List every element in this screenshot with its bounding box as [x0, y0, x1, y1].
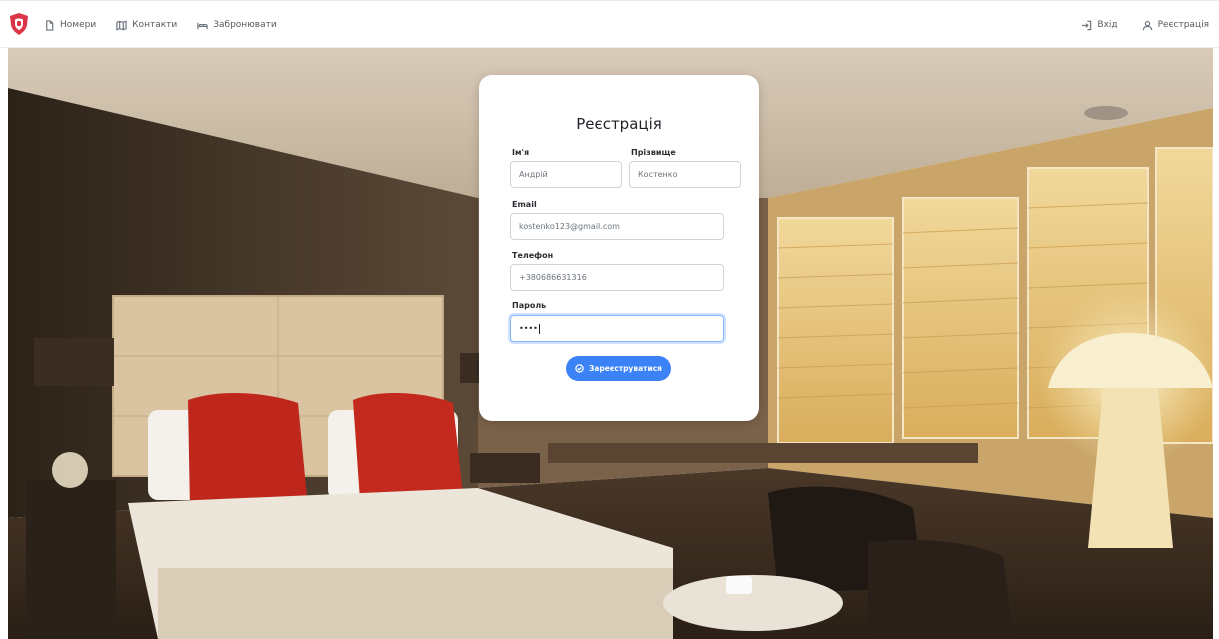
first-name-input[interactable]: Андрій — [510, 161, 622, 188]
email-input[interactable]: kostenko123@gmail.com — [510, 213, 724, 240]
register-submit-button[interactable]: Зареєструватися — [566, 356, 671, 381]
page-title: Реєстрація — [576, 115, 662, 133]
register-submit-label: Зареєструватися — [588, 364, 662, 373]
password-label: Пароль — [512, 301, 547, 310]
nav-rooms-link[interactable]: Номери — [44, 19, 97, 31]
login-icon — [1082, 20, 1092, 30]
map-icon — [116, 20, 127, 30]
nav-contacts-link[interactable]: Контакти — [116, 20, 177, 31]
password-input[interactable]: •••• — [510, 315, 724, 342]
nav-register-label: Реєстрація — [1157, 20, 1209, 30]
bed-icon — [197, 22, 208, 29]
check-circle-icon — [575, 364, 584, 373]
nav-contacts-label: Контакти — [132, 20, 178, 30]
file-icon — [46, 19, 54, 31]
nav-register-link[interactable]: Реєстрація — [1142, 20, 1209, 31]
password-value: •••• — [519, 324, 538, 333]
nav-login-link[interactable]: Вхід — [1081, 20, 1118, 31]
nav-login-label: Вхід — [1097, 20, 1118, 30]
phone-label: Телефон — [512, 251, 554, 260]
phone-input[interactable]: +380686631316 — [510, 264, 724, 291]
registration-card: Реєстрація Ім'я Андрій Прізвище Костенко… — [479, 75, 759, 421]
nav-book-label: Забронювати — [213, 20, 277, 30]
user-icon — [1142, 20, 1152, 30]
email-label: Email — [512, 200, 537, 209]
last-name-label: Прізвище — [631, 148, 676, 157]
first-name-label: Ім'я — [512, 148, 530, 157]
last-name-input[interactable]: Костенко — [629, 161, 741, 188]
top-navbar: Номери Контакти Забронювати Вхід Реєстра… — [0, 0, 1219, 48]
text-caret — [538, 323, 540, 334]
nav-book-link[interactable]: Забронювати — [197, 20, 277, 31]
shield-logo-icon[interactable] — [10, 13, 28, 35]
nav-rooms-label: Номери — [60, 20, 97, 30]
